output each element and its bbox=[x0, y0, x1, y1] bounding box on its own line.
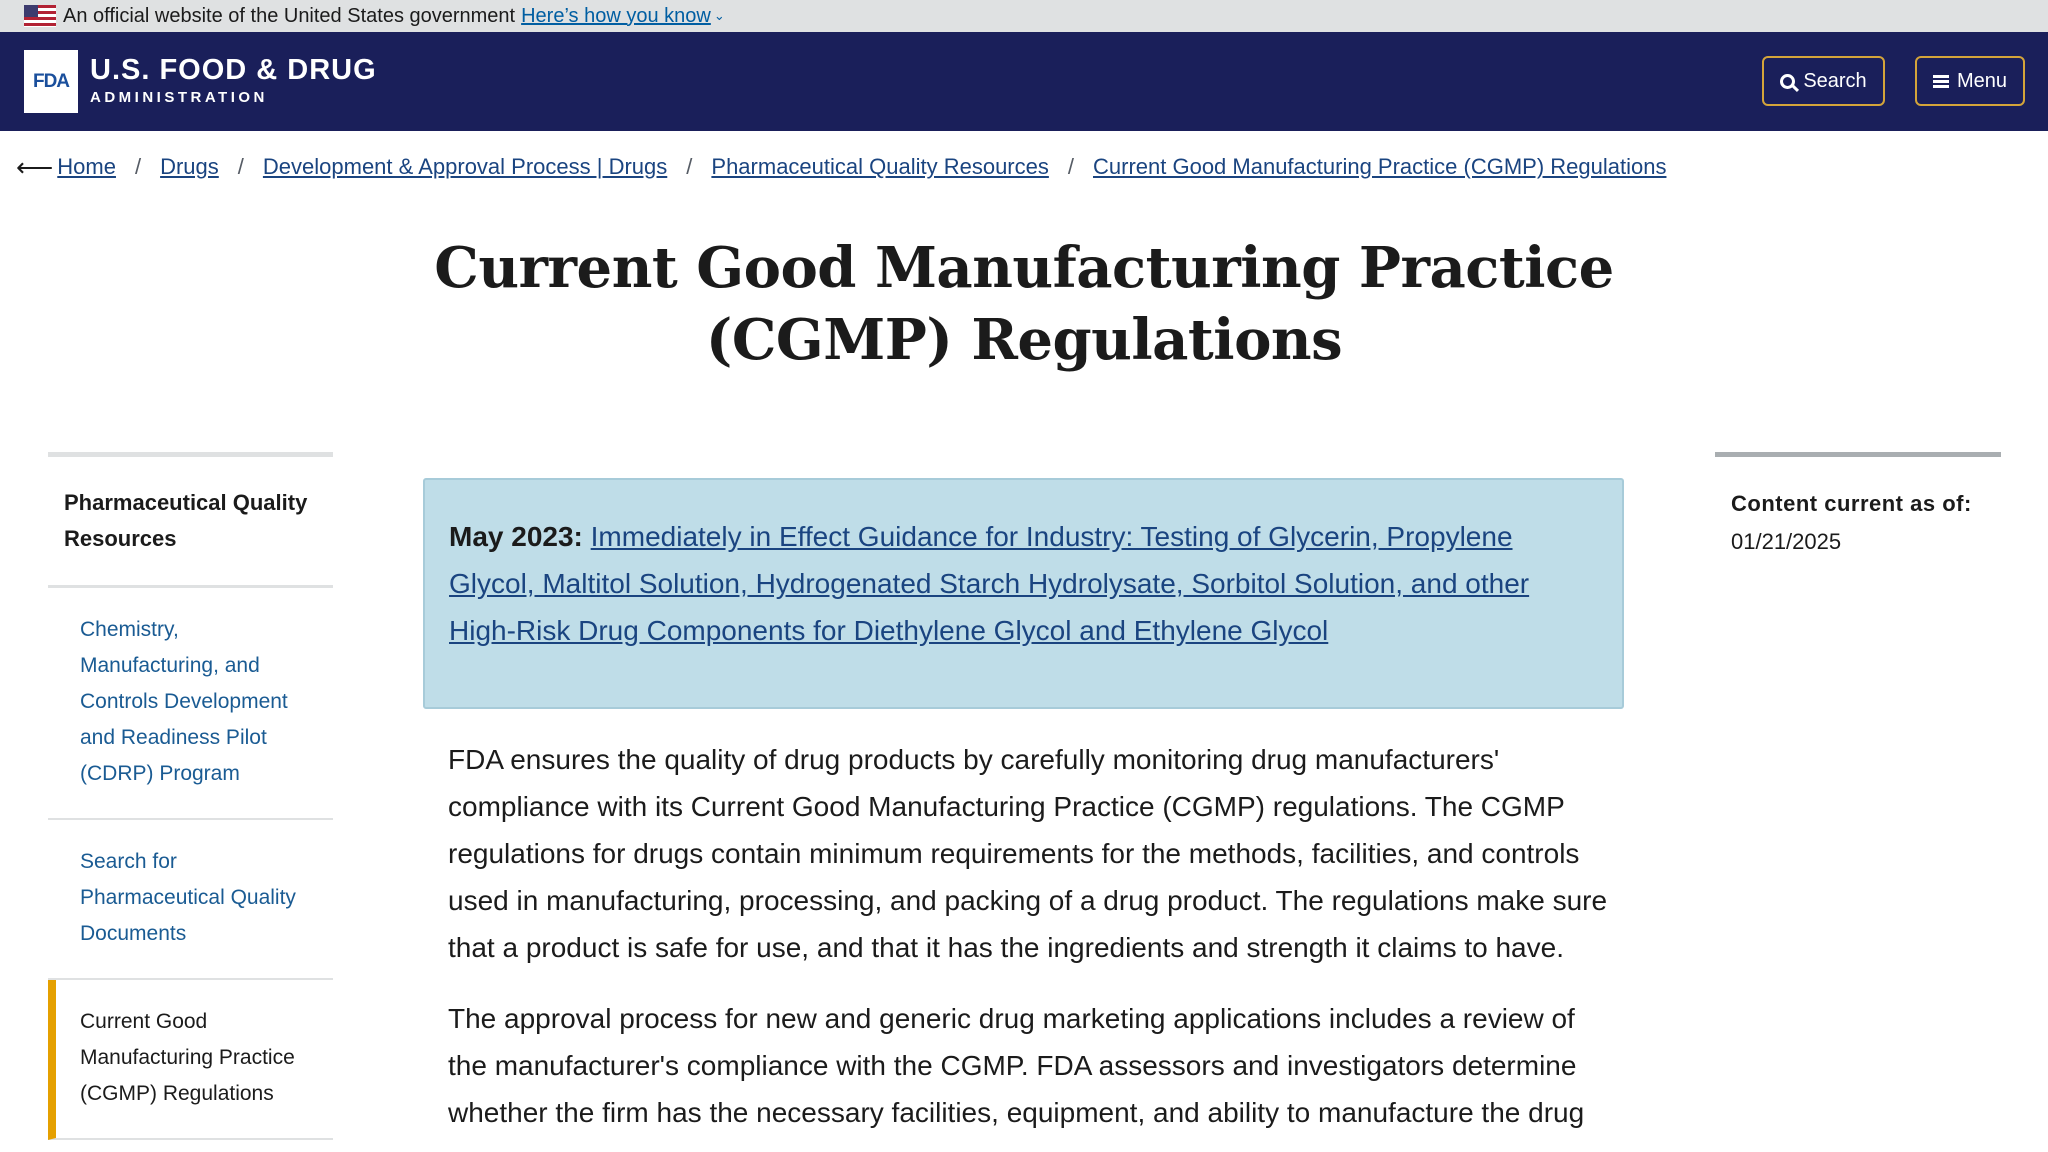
side-nav-title[interactable]: Pharmaceutical Quality Resources bbox=[48, 457, 333, 588]
side-navigation: Pharmaceutical Quality Resources Chemist… bbox=[48, 452, 333, 1140]
us-flag-icon bbox=[24, 5, 56, 27]
breadcrumb-separator: / bbox=[686, 154, 693, 179]
breadcrumb-drugs[interactable]: Drugs bbox=[160, 154, 219, 180]
gov-banner-text: An official website of the United States… bbox=[63, 4, 516, 27]
page-title-line1: Current Good Manufacturing Practice bbox=[434, 235, 1614, 301]
site-title-line1: U.S. FOOD & DRUG bbox=[90, 54, 377, 86]
alert-guidance-link[interactable]: Immediately in Effect Guidance for Indus… bbox=[449, 521, 1529, 646]
site-title-line2: ADMINISTRATION bbox=[90, 89, 268, 106]
content-current-label: Content current as of: bbox=[1731, 491, 1972, 516]
menu-button-label: Menu bbox=[1956, 69, 2008, 92]
gov-banner: An official website of the United States… bbox=[0, 0, 2048, 32]
content-info-sidebar: Content current as of: 01/21/2025 bbox=[1715, 452, 2001, 555]
menu-button[interactable]: Menu bbox=[1915, 56, 2025, 106]
body-paragraph: The approval process for new and generic… bbox=[448, 1003, 1585, 1128]
breadcrumb-separator: / bbox=[1067, 154, 1074, 179]
site-header: FDA U.S. FOOD & DRUG ADMINISTRATION Sear… bbox=[0, 32, 2048, 131]
alert-date: May 2023: bbox=[449, 521, 583, 552]
arrow-left-icon: ⟵ bbox=[16, 152, 54, 182]
main-content: FDA ensures the quality of drug products… bbox=[448, 736, 1608, 1152]
search-button[interactable]: Search bbox=[1762, 56, 1885, 106]
breadcrumb-home[interactable]: Home bbox=[57, 154, 116, 180]
search-icon bbox=[1780, 73, 1796, 89]
page-title-line2: (CGMP) Regulations bbox=[705, 307, 1343, 373]
side-nav-item-cgmp[interactable]: Current Good Manufacturing Practice (CGM… bbox=[48, 980, 333, 1140]
breadcrumb: ⟵ Home / Drugs / Development & Approval … bbox=[16, 152, 1666, 182]
page-title: Current Good Manufacturing Practice (CGM… bbox=[340, 232, 1708, 376]
breadcrumb-pharmaceutical-quality[interactable]: Pharmaceutical Quality Resources bbox=[711, 154, 1048, 180]
breadcrumb-separator: / bbox=[237, 154, 244, 179]
breadcrumb-cgmp[interactable]: Current Good Manufacturing Practice (CGM… bbox=[1093, 154, 1666, 180]
announcement-alert: May 2023: Immediately in Effect Guidance… bbox=[423, 478, 1624, 709]
body-paragraph: FDA ensures the quality of drug products… bbox=[448, 744, 1608, 963]
hamburger-icon bbox=[1932, 74, 1949, 88]
breadcrumb-separator: / bbox=[134, 154, 142, 179]
sidebar-divider bbox=[1715, 452, 2001, 457]
side-nav-item-search-documents[interactable]: Search for Pharmaceutical Quality Docume… bbox=[48, 820, 333, 980]
fda-logo[interactable]: FDA bbox=[24, 50, 78, 113]
search-button-label: Search bbox=[1803, 69, 1867, 92]
content-current-date: 01/21/2025 bbox=[1731, 529, 1842, 554]
heres-how-you-know-link[interactable]: Here’s how you know bbox=[521, 5, 711, 28]
breadcrumb-development-approval[interactable]: Development & Approval Process | Drugs bbox=[263, 154, 667, 180]
site-title[interactable]: U.S. FOOD & DRUG ADMINISTRATION bbox=[90, 54, 377, 106]
chevron-down-icon[interactable]: ⌄ bbox=[714, 8, 725, 24]
side-nav-item-cdrp[interactable]: Chemistry, Manufacturing, and Controls D… bbox=[48, 588, 333, 820]
